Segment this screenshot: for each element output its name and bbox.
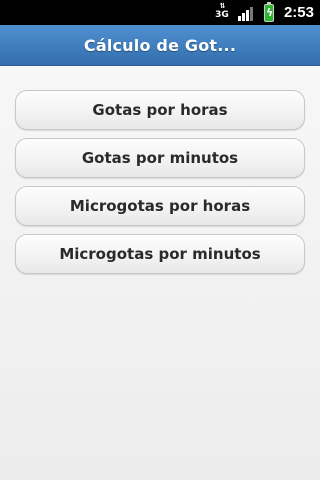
main-content: Gotas por horas Gotas por minutos Microg… [0, 66, 320, 480]
drops-per-minute-button[interactable]: Gotas por minutos [15, 138, 305, 178]
button-label: Microgotas por minutos [59, 245, 261, 263]
battery-charging-icon: ϟ [263, 1, 274, 22]
microdrops-per-minute-button[interactable]: Microgotas por minutos [15, 234, 305, 274]
title-bar: Cálculo de Got... [0, 25, 320, 66]
network-label: 3G [215, 9, 229, 20]
page-title: Cálculo de Got... [83, 35, 237, 55]
microdrops-per-hour-button[interactable]: Microgotas por horas [15, 186, 305, 226]
status-bar: ⇅ 3G ϟ 2:53 [0, 0, 320, 25]
signal-icon [237, 5, 256, 21]
drops-per-hour-button[interactable]: Gotas por horas [15, 90, 305, 130]
button-label: Microgotas por horas [69, 197, 251, 215]
button-label: Gotas por horas [92, 101, 228, 119]
network-3g-icon: ⇅ 3G [215, 1, 229, 20]
status-icons: ⇅ 3G ϟ 2:53 [214, 0, 320, 25]
button-label: Gotas por minutos [81, 149, 239, 167]
clock: 2:53 [283, 4, 314, 21]
